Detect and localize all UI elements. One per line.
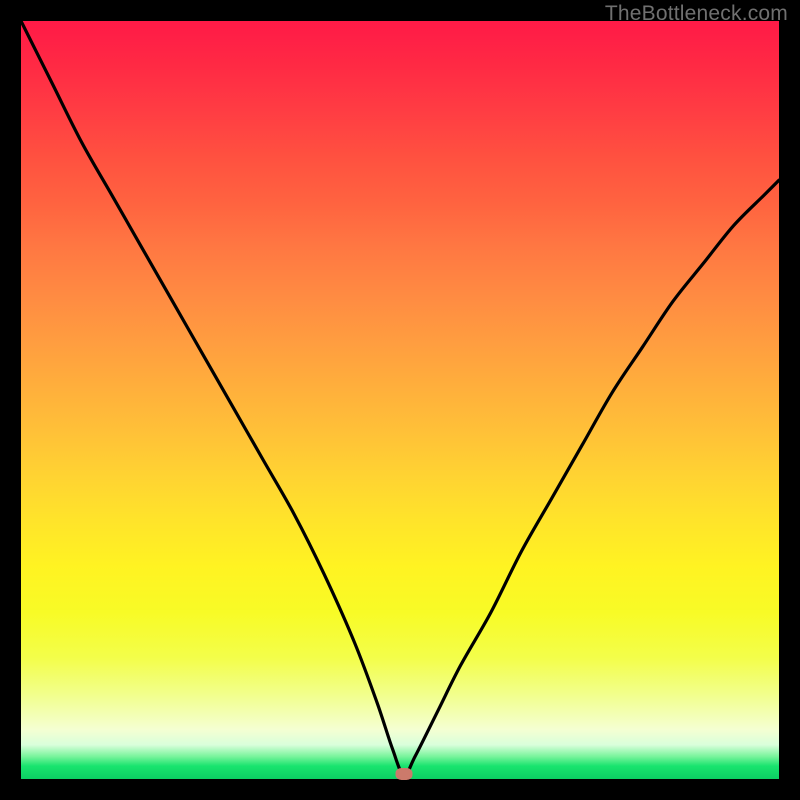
optimum-marker bbox=[395, 768, 412, 780]
bottleneck-curve bbox=[21, 21, 779, 779]
plot-area bbox=[21, 21, 779, 779]
chart-frame: TheBottleneck.com bbox=[0, 0, 800, 800]
